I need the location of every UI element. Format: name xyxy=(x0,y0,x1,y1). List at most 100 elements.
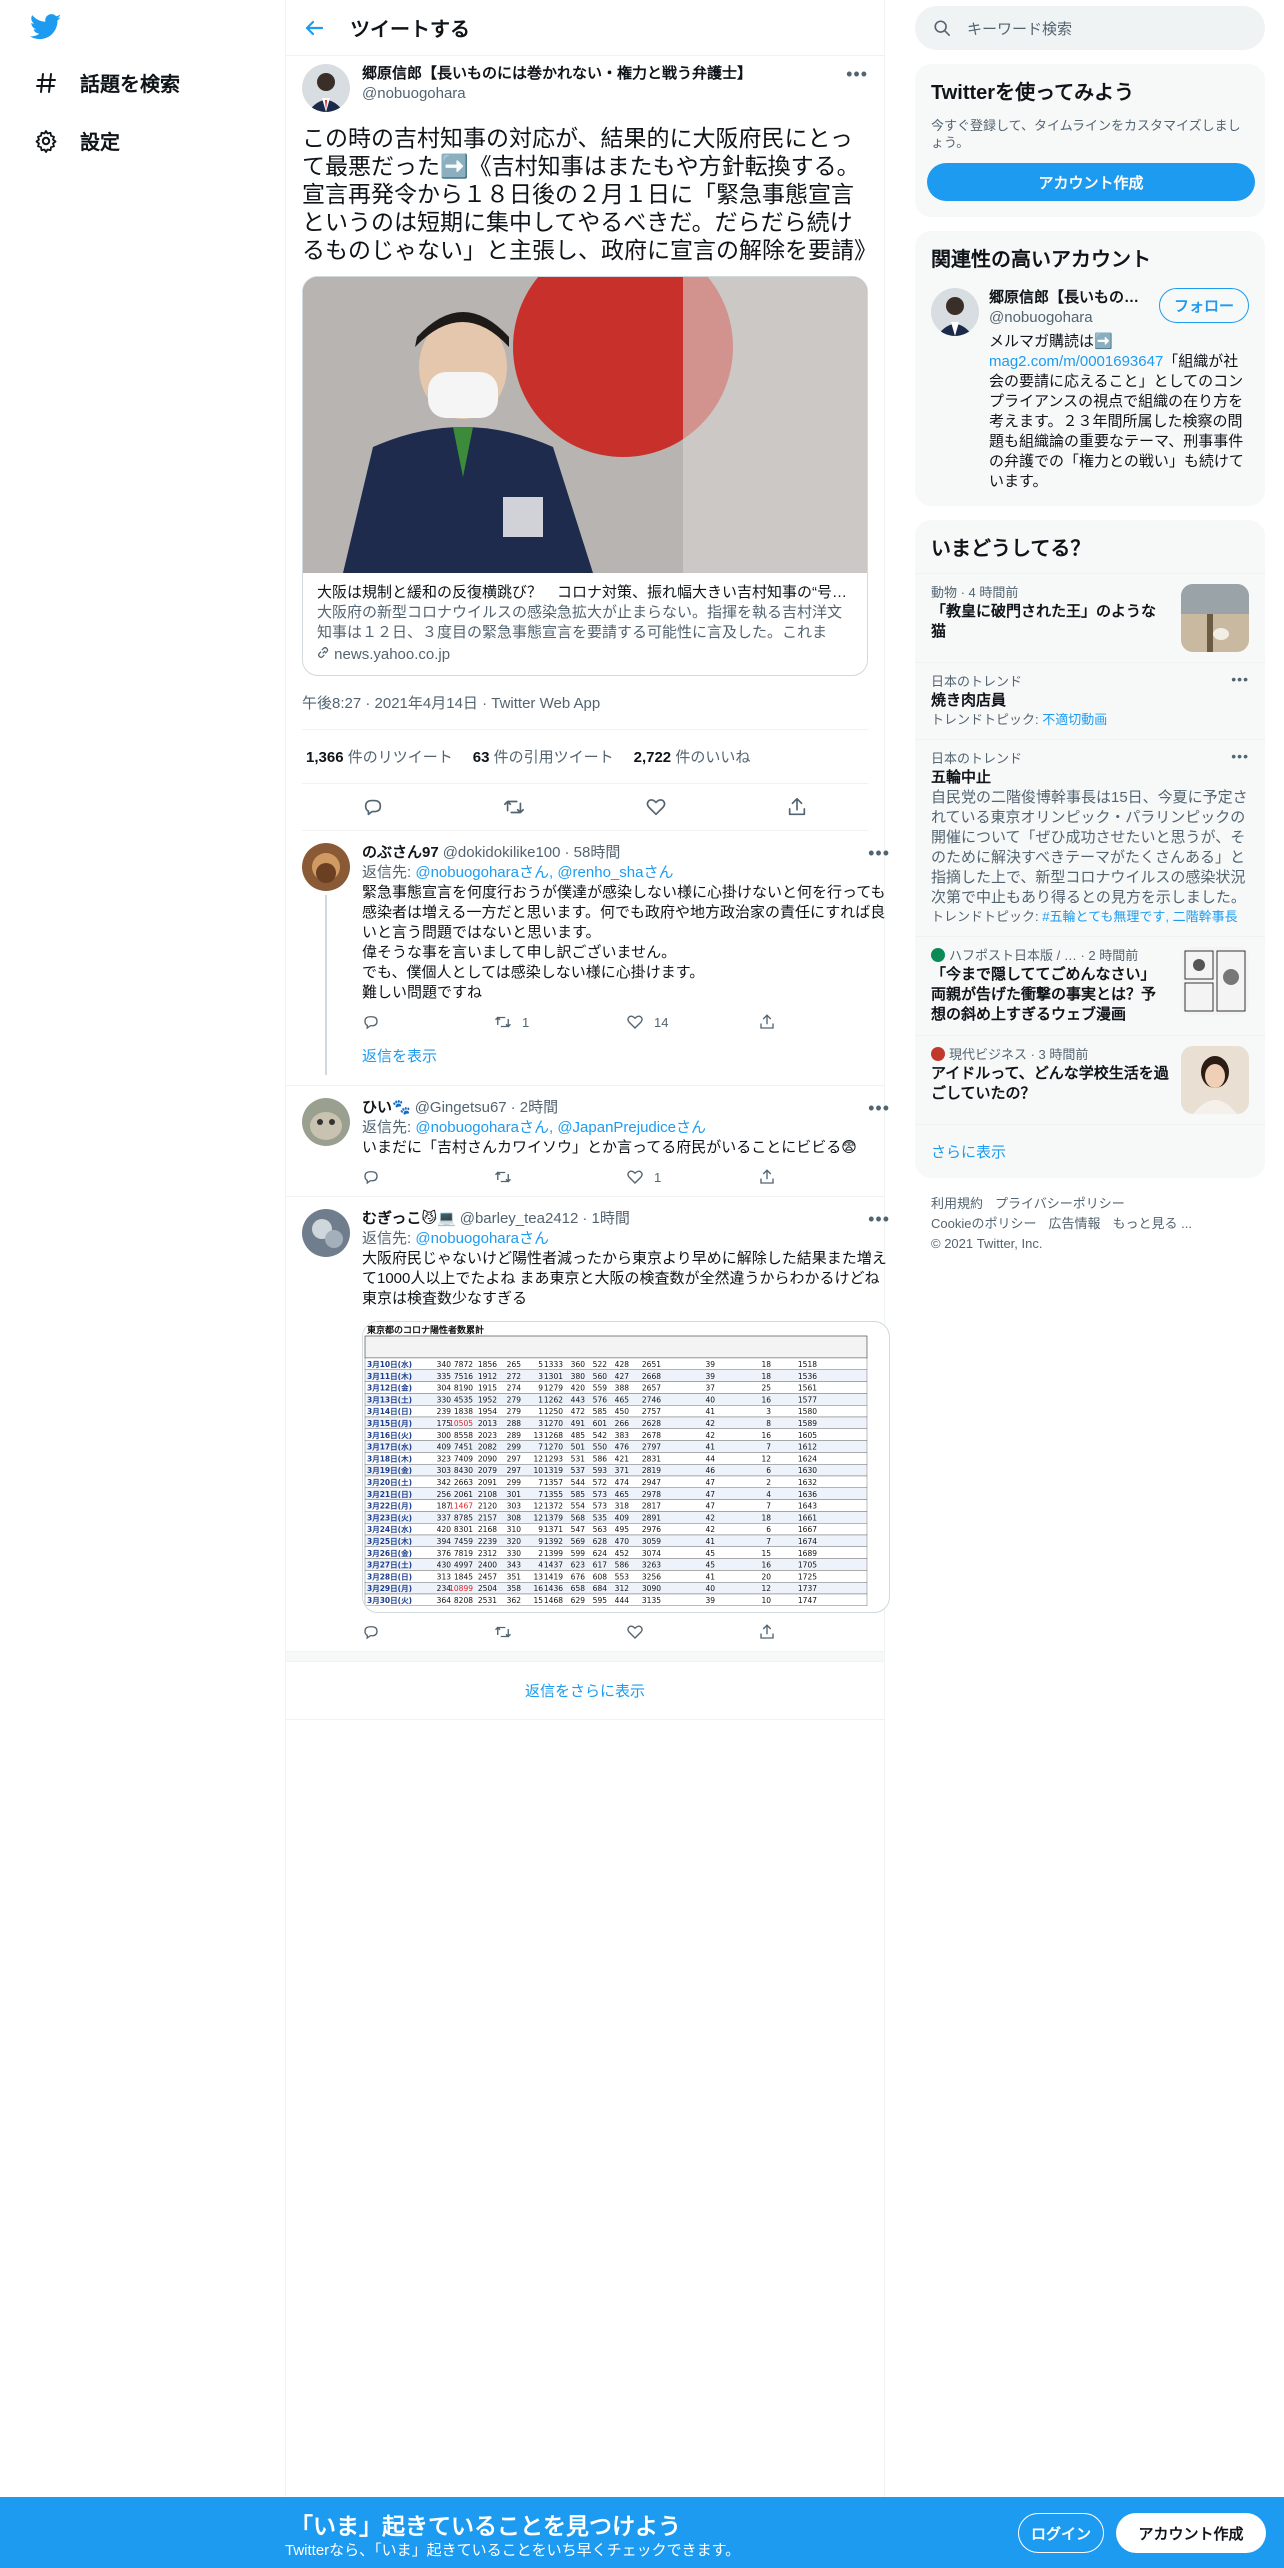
show-more-trends-link[interactable]: さらに表示 xyxy=(915,1124,1265,1178)
bio-link[interactable]: mag2.com/m/0001693647 xyxy=(989,353,1163,370)
reply-tweet[interactable]: のぶさん97 @dokidokilike100 · 58時間 ••• 返信先: … xyxy=(286,831,889,1086)
share-icon[interactable] xyxy=(786,796,808,818)
signup-button[interactable]: アカウント作成 xyxy=(1116,2513,1266,2553)
like-icon[interactable] xyxy=(645,796,667,818)
trend-item[interactable]: 動物 · 4 時間前 「教皇に破門された王」のような猫 xyxy=(915,573,1265,662)
table-cell: 279 xyxy=(507,1407,522,1416)
table-cell: 2891 xyxy=(642,1513,661,1522)
more-options-icon[interactable]: ••• xyxy=(846,64,868,85)
retweet-button[interactable] xyxy=(494,1168,626,1186)
table-cell: 1250 xyxy=(544,1407,563,1416)
table-cell: 1643 xyxy=(798,1502,817,1511)
author-avatar[interactable] xyxy=(302,64,350,112)
reply-avatar[interactable] xyxy=(302,1098,350,1146)
create-account-button[interactable]: アカウント作成 xyxy=(927,163,1255,201)
reply-time[interactable]: · 1時間 xyxy=(582,1209,630,1229)
table-cell: 535 xyxy=(593,1513,608,1522)
like-button[interactable] xyxy=(626,1623,758,1641)
search-box[interactable]: キーワード検索 xyxy=(915,6,1265,50)
retweet-button[interactable]: 1 xyxy=(494,1013,626,1031)
trend-item[interactable]: 現代ビジネス · 3 時間前 アイドルって、どんな学校生活を過ごしていたの？ xyxy=(915,1035,1265,1124)
reply-avatar[interactable] xyxy=(302,1209,350,1257)
table-cell: 45 xyxy=(705,1549,715,1558)
quote-count[interactable]: 63 件の引用ツイート xyxy=(473,746,614,767)
author-name[interactable]: 郷原信郎【長いものには巻かれない・権力と戦う弁護士】 xyxy=(362,64,846,84)
twitter-logo-icon[interactable] xyxy=(30,14,62,40)
reply-author-handle[interactable]: @dokidokilike100 xyxy=(443,843,561,863)
trend-item[interactable]: 日本のトレンド 焼き肉店員 トレンドトピック: 不適切動画 ••• xyxy=(915,662,1265,739)
account-item[interactable]: 郷原信郎【長いもの… @nobuogohara フォロー メルマガ購読は➡️ ma… xyxy=(915,284,1265,506)
reply-text: 大阪府民じゃないけど陽性者減ったから東京より早めに解除した結果また増えて1000… xyxy=(362,1250,887,1307)
table-cell: 47 xyxy=(705,1490,715,1499)
trend-item[interactable]: ハフポスト日本版 / … · 2 時間前 「今まで隠しててごめんなさい」両親が告… xyxy=(915,936,1265,1035)
author-handle[interactable]: @nobuogohara xyxy=(362,84,846,104)
retweet-count[interactable]: 1,366 件のリツイート xyxy=(306,746,453,767)
account-handle[interactable]: @nobuogohara xyxy=(989,308,1149,328)
link-card[interactable]: 大阪は規制と緩和の反復横跳び？ コロナ対策、振れ幅大きい吉村知事の“号… 大阪府… xyxy=(302,276,868,676)
table-cell: 3263 xyxy=(642,1561,661,1570)
nav-settings[interactable]: 設定 xyxy=(34,126,120,155)
more-options-icon[interactable]: ••• xyxy=(868,1098,890,1118)
reply-author-name[interactable]: むぎっこ😼💻 xyxy=(362,1209,456,1229)
search-input[interactable]: キーワード検索 xyxy=(967,18,1072,39)
tweet-timestamp[interactable]: 午後8:27 · 2021年4月14日 · Twitter Web App xyxy=(302,676,868,730)
like-button[interactable]: 1 xyxy=(626,1168,758,1186)
reply-author-handle[interactable]: @Gingetsu67 xyxy=(415,1098,507,1118)
join-panel: Twitterを使ってみよう 今すぐ登録して、タイムラインをカスタマイズしましょ… xyxy=(915,64,1265,217)
table-cell: 2668 xyxy=(642,1372,661,1381)
like-button[interactable]: 14 xyxy=(626,1013,758,1031)
table-cell: 409 xyxy=(615,1513,630,1522)
retweet-icon[interactable] xyxy=(503,796,525,818)
table-cell: 266 xyxy=(615,1419,630,1428)
show-replies-link[interactable]: 返信を表示 xyxy=(362,1045,890,1066)
table-cell: 360 xyxy=(571,1360,586,1369)
trend-item[interactable]: 日本のトレンド 五輪中止 自民党の二階俊博幹事長は15日、今夏に予定されている東… xyxy=(915,739,1265,936)
reply-time[interactable]: · 58時間 xyxy=(564,843,620,863)
reply-icon[interactable] xyxy=(362,796,384,818)
reply-author-name[interactable]: ひい🐾 xyxy=(362,1098,411,1118)
reply-button[interactable] xyxy=(362,1013,494,1031)
login-button[interactable]: ログイン xyxy=(1018,2513,1104,2553)
footer-link-more[interactable]: もっと見る ... xyxy=(1112,1216,1191,1231)
like-icon xyxy=(627,1625,643,1639)
reply-button[interactable] xyxy=(362,1623,494,1641)
reply-time[interactable]: · 2時間 xyxy=(511,1098,559,1118)
reply-author-handle[interactable]: @barley_tea2412 xyxy=(460,1209,579,1229)
table-cell: 340 xyxy=(437,1360,452,1369)
back-button[interactable] xyxy=(286,18,342,38)
follow-button[interactable]: フォロー xyxy=(1158,288,1249,323)
reply-author-name[interactable]: のぶさん97 xyxy=(362,843,439,863)
footer-link-cookies[interactable]: Cookieのポリシー xyxy=(931,1216,1036,1231)
reply-button[interactable] xyxy=(362,1168,494,1186)
attached-image[interactable]: 東京都のコロナ陽性者数累計 3月10日(水) 340 7872 1856 265 5 1333… xyxy=(362,1321,890,1613)
table-cell: 1705 xyxy=(798,1561,817,1570)
like-count[interactable]: 2,722 件のいいね xyxy=(634,746,751,767)
more-options-icon[interactable]: ••• xyxy=(868,843,890,863)
footer-link-privacy[interactable]: プライバシーポリシー xyxy=(995,1196,1125,1211)
reply-tweet[interactable]: むぎっこ😼💻 @barley_tea2412 · 1時間 ••• 返信先: @n… xyxy=(286,1197,890,1652)
retweet-button[interactable] xyxy=(494,1623,626,1641)
more-options-icon[interactable]: ••• xyxy=(1231,748,1249,764)
like-icon xyxy=(627,1170,643,1184)
nav-explore[interactable]: 話題を検索 xyxy=(34,68,180,97)
table-cell: 2079 xyxy=(478,1466,497,1475)
show-more-replies-button[interactable]: 返信をさらに表示 xyxy=(286,1662,884,1720)
reply-avatar[interactable] xyxy=(302,843,350,891)
more-options-icon[interactable]: ••• xyxy=(1231,671,1249,687)
share-button[interactable] xyxy=(758,1168,890,1186)
account-name[interactable]: 郷原信郎【長いもの… xyxy=(989,288,1149,308)
share-button[interactable] xyxy=(758,1623,890,1641)
nav-settings-label: 設定 xyxy=(80,132,120,154)
tweet-stats: 1,366 件のリツイート 63 件の引用ツイート 2,722 件のいいね xyxy=(302,730,868,784)
footer-link-terms[interactable]: 利用規約 xyxy=(931,1196,983,1211)
table-cell: 18 xyxy=(761,1513,771,1522)
table-cell: 573 xyxy=(593,1502,608,1511)
more-options-icon[interactable]: ••• xyxy=(868,1209,890,1229)
footer-link-ads[interactable]: 広告情報 xyxy=(1048,1216,1100,1231)
share-icon xyxy=(760,1169,774,1184)
account-avatar[interactable] xyxy=(931,288,979,336)
reply-tweet[interactable]: ひい🐾 @Gingetsu67 · 2時間 ••• 返信先: @nobuogoh… xyxy=(286,1086,889,1197)
table-cell: 1580 xyxy=(798,1407,817,1416)
share-button[interactable] xyxy=(758,1013,890,1031)
source-badge-icon xyxy=(931,1047,945,1061)
